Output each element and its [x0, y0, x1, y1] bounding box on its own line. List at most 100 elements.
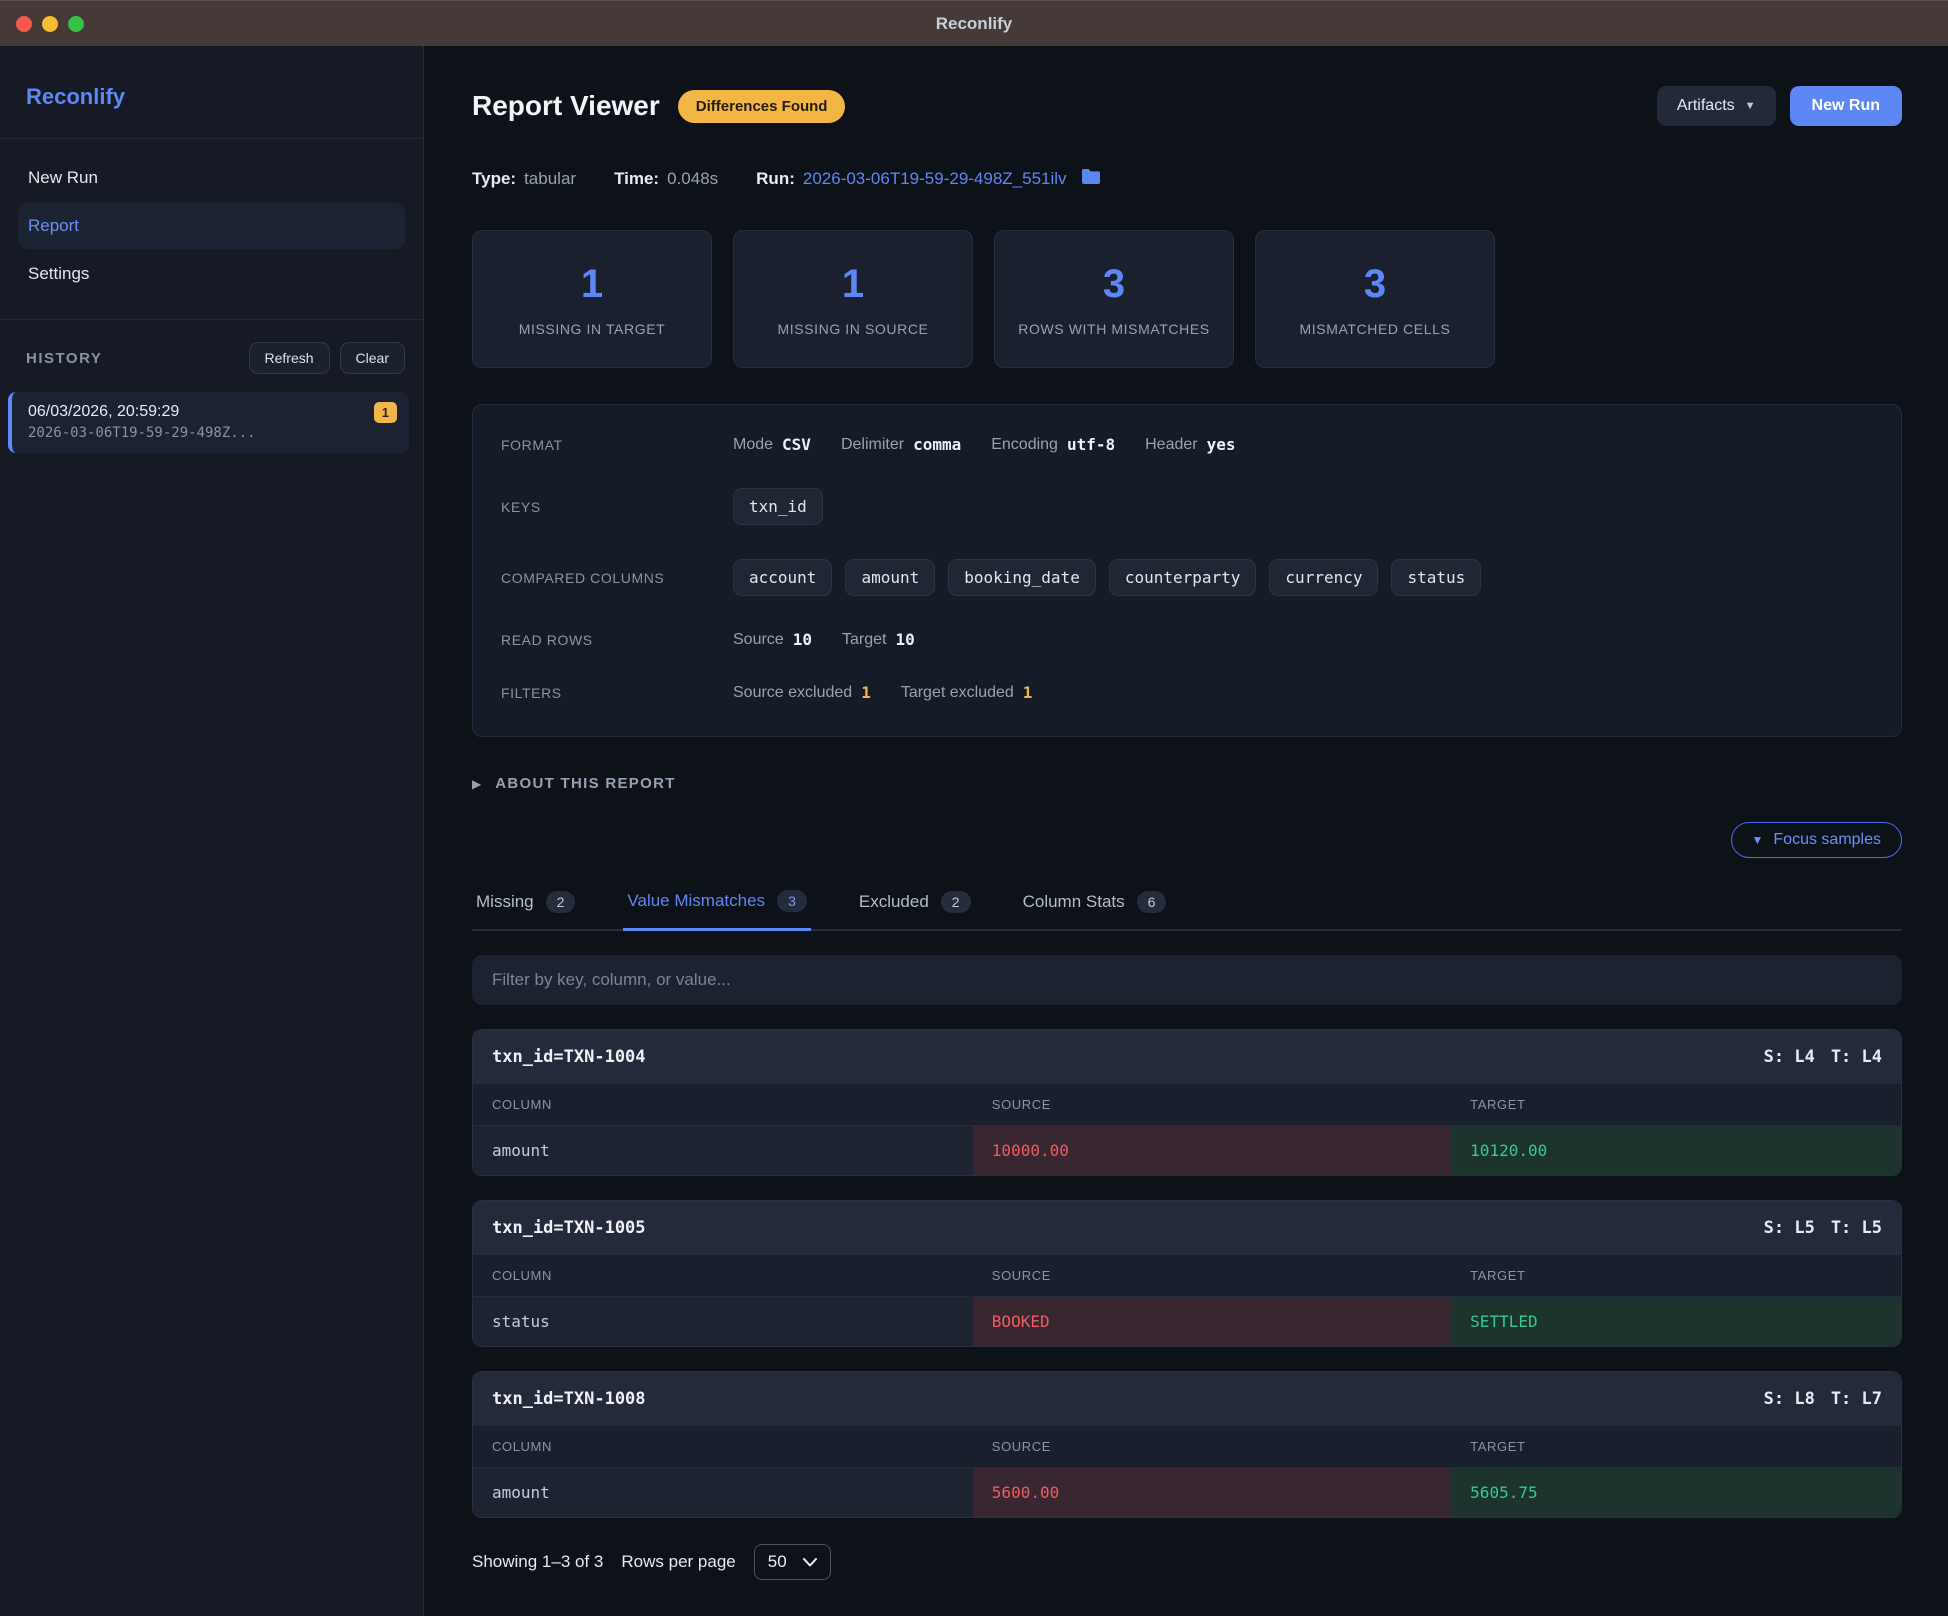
mismatch-row: status BOOKED SETTLED: [473, 1297, 1901, 1346]
detail-row-format: FORMAT ModeCSV Delimitercomma Encodingut…: [501, 435, 1873, 454]
status-badge: Differences Found: [678, 90, 846, 123]
filter-input[interactable]: [472, 955, 1902, 1005]
mismatch-table-header: COLUMN SOURCE TARGET: [473, 1426, 1901, 1468]
report-meta-row: Type: tabular Time: 0.048s Run: 2026-03-…: [472, 168, 1902, 190]
stat-value: 1: [842, 262, 864, 307]
summary-stats: 1 MISSING IN TARGET 1 MISSING IN SOURCE …: [472, 230, 1902, 368]
showing-range-text: Showing 1–3 of 3: [472, 1552, 603, 1572]
stat-label: MISSING IN SOURCE: [778, 321, 929, 337]
stat-card-missing-in-source: 1 MISSING IN SOURCE: [733, 230, 973, 368]
meta-type-value: tabular: [524, 169, 576, 189]
mismatch-table-header: COLUMN SOURCE TARGET: [473, 1084, 1901, 1126]
window-controls: [16, 1, 84, 47]
chevron-down-icon: [803, 1558, 817, 1567]
tab-label: Value Mismatches: [627, 891, 765, 911]
format-header-label: Header: [1145, 436, 1197, 454]
column-header: COLUMN: [473, 1426, 973, 1467]
close-window-button[interactable]: [16, 16, 32, 32]
mismatch-source-value: 10000.00: [973, 1126, 1451, 1175]
history-clear-button[interactable]: Clear: [340, 342, 405, 374]
mismatch-card-header: txn_id=TXN-1005 S: L5 T: L5: [473, 1201, 1901, 1255]
sidebar-item-settings[interactable]: Settings: [18, 251, 405, 297]
chevron-down-icon: ▼: [1752, 833, 1764, 847]
artifacts-dropdown-button[interactable]: Artifacts ▼: [1657, 86, 1776, 126]
folder-icon[interactable]: [1081, 168, 1101, 190]
column-header: COLUMN: [473, 1084, 973, 1125]
tab-missing[interactable]: Missing 2: [472, 880, 579, 929]
header-actions: Artifacts ▼ New Run: [1657, 86, 1902, 126]
target-line-ref: T: L7: [1831, 1389, 1882, 1409]
history-section-label: HISTORY: [26, 350, 239, 367]
format-mode-value: CSV: [782, 435, 811, 454]
detail-row-compared-columns: COMPARED COLUMNS account amount booking_…: [501, 559, 1873, 596]
target-line-ref: T: L4: [1831, 1047, 1882, 1067]
history-header: HISTORY Refresh Clear: [0, 320, 423, 388]
about-report-toggle[interactable]: ▶ ABOUT THIS REPORT: [472, 775, 1902, 792]
mismatch-key: txn_id=TXN-1008: [492, 1389, 646, 1409]
read-rows-target-label: Target: [842, 631, 886, 649]
tab-excluded[interactable]: Excluded 2: [855, 880, 975, 929]
stat-value: 3: [1103, 262, 1125, 307]
tab-value-mismatches[interactable]: Value Mismatches 3: [623, 880, 810, 931]
new-run-button[interactable]: New Run: [1790, 86, 1902, 126]
meta-run-label: Run:: [756, 169, 795, 189]
format-encoding-value: utf-8: [1067, 435, 1115, 454]
samples-tabs: Missing 2 Value Mismatches 3 Excluded 2 …: [472, 880, 1902, 931]
sidebar-item-report[interactable]: Report: [18, 203, 405, 249]
artifacts-label: Artifacts: [1677, 97, 1735, 115]
pagination-footer: Showing 1–3 of 3 Rows per page 50: [472, 1544, 1902, 1580]
mismatch-source-value: BOOKED: [973, 1297, 1451, 1346]
rows-per-page-select[interactable]: 50: [754, 1544, 831, 1580]
format-delimiter-label: Delimiter: [841, 436, 904, 454]
history-refresh-button[interactable]: Refresh: [249, 342, 330, 374]
main-content: Report Viewer Differences Found Artifact…: [424, 46, 1948, 1616]
window-titlebar: Reconlify: [0, 0, 1948, 46]
history-list-item[interactable]: 06/03/2026, 20:59:29 2026-03-06T19-59-29…: [8, 392, 409, 453]
mismatch-card: txn_id=TXN-1005 S: L5 T: L5 COLUMN SOURC…: [472, 1200, 1902, 1347]
mismatch-row: amount 10000.00 10120.00: [473, 1126, 1901, 1175]
mismatch-target-value: SETTLED: [1451, 1297, 1901, 1346]
mismatch-column-name: amount: [473, 1468, 973, 1517]
sidebar: Reconlify New Run Report Settings HISTOR…: [0, 46, 424, 1616]
about-report-label: ABOUT THIS REPORT: [495, 775, 675, 792]
tab-column-stats[interactable]: Column Stats 6: [1019, 880, 1171, 929]
column-chip: status: [1391, 559, 1481, 596]
filters-source-label: Source excluded: [733, 684, 852, 702]
stat-label: MISMATCHED CELLS: [1300, 321, 1451, 337]
target-header: TARGET: [1451, 1255, 1901, 1296]
detail-label: KEYS: [501, 499, 733, 515]
rows-per-page-label: Rows per page: [621, 1552, 735, 1572]
history-item-date: 06/03/2026, 20:59:29: [28, 403, 395, 421]
format-header-value: yes: [1207, 435, 1236, 454]
mismatch-target-value: 5605.75: [1451, 1468, 1901, 1517]
filters-target-value: 1: [1023, 683, 1033, 702]
zoom-window-button[interactable]: [68, 16, 84, 32]
run-id-link[interactable]: 2026-03-06T19-59-29-498Z_551ilv: [803, 169, 1067, 189]
column-chip: currency: [1269, 559, 1378, 596]
page-title: Report Viewer: [472, 90, 660, 122]
window-title: Reconlify: [936, 14, 1013, 34]
source-header: SOURCE: [973, 1426, 1451, 1467]
tab-count-badge: 2: [941, 891, 971, 913]
stat-card-mismatched-cells: 3 MISMATCHED CELLS: [1255, 230, 1495, 368]
sidebar-item-new-run[interactable]: New Run: [18, 155, 405, 201]
mismatch-key: txn_id=TXN-1005: [492, 1218, 646, 1238]
focus-samples-button[interactable]: ▼ Focus samples: [1731, 822, 1902, 858]
filters-source-value: 1: [861, 683, 871, 702]
stat-label: MISSING IN TARGET: [519, 321, 666, 337]
tab-count-badge: 2: [546, 891, 576, 913]
main-header: Report Viewer Differences Found Artifact…: [472, 86, 1902, 126]
chevron-right-icon: ▶: [472, 777, 481, 791]
mismatch-card-header: txn_id=TXN-1004 S: L4 T: L4: [473, 1030, 1901, 1084]
target-header: TARGET: [1451, 1426, 1901, 1467]
tab-label: Excluded: [859, 892, 929, 912]
mismatch-row: amount 5600.00 5605.75: [473, 1468, 1901, 1517]
chevron-down-icon: ▼: [1745, 100, 1756, 112]
column-chip: amount: [845, 559, 935, 596]
meta-time-value: 0.048s: [667, 169, 718, 189]
minimize-window-button[interactable]: [42, 16, 58, 32]
format-encoding-label: Encoding: [991, 436, 1058, 454]
read-rows-target-value: 10: [895, 630, 914, 649]
stat-label: ROWS WITH MISMATCHES: [1018, 321, 1209, 337]
read-rows-source-value: 10: [793, 630, 812, 649]
